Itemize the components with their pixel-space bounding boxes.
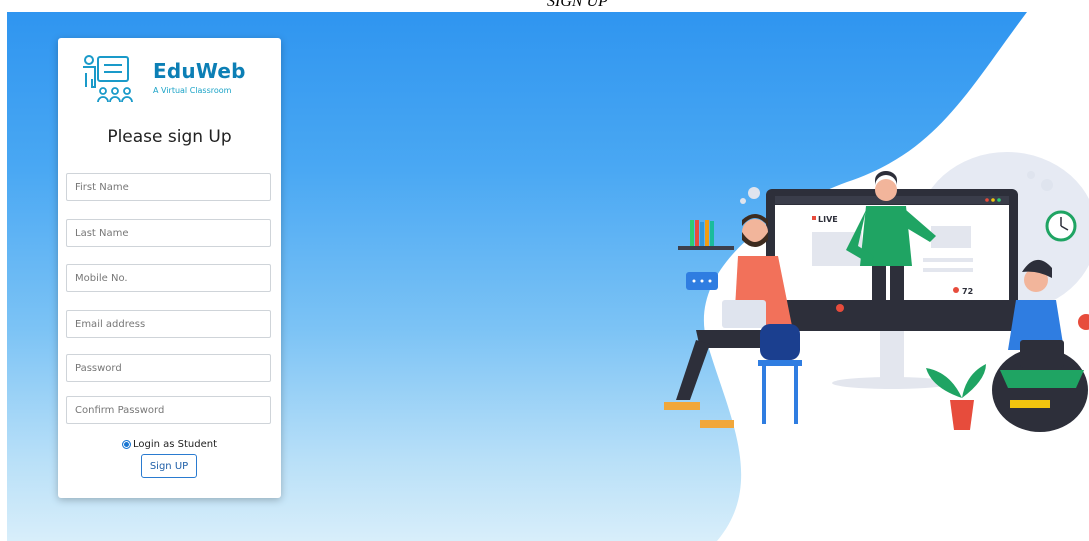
signup-card: EduWeb A Virtual Classroom Please sign U… [58,38,281,498]
teacher-board-icon [83,55,133,103]
form-heading: Please sign Up [107,127,232,147]
student-role-label: Login as Student [132,439,218,450]
woman-laptop-icon [1020,340,1064,368]
confirm-password-field[interactable] [66,396,271,424]
plant-pot-icon [950,400,974,430]
signup-button[interactable]: Sign UP [141,454,197,478]
mobile-field[interactable] [66,264,271,292]
page-title: SIGN UP [547,0,608,10]
last-name-field[interactable] [66,219,271,247]
student-role-option[interactable]: Login as Student [58,439,281,450]
radio-selected-icon[interactable] [121,439,131,449]
brand-name: EduWeb [153,59,246,83]
brand-tagline: A Virtual Classroom [153,86,232,95]
brand-logo: EduWeb A Virtual Classroom [80,55,270,110]
viewer-count: 72 [962,287,973,296]
email-field[interactable] [66,310,271,338]
laptop-icon [722,300,766,328]
first-name-field[interactable] [66,173,271,201]
live-badge: LIVE [818,215,838,224]
online-class-illustration: LIVE 72 [664,171,1089,432]
password-field[interactable] [66,354,271,382]
